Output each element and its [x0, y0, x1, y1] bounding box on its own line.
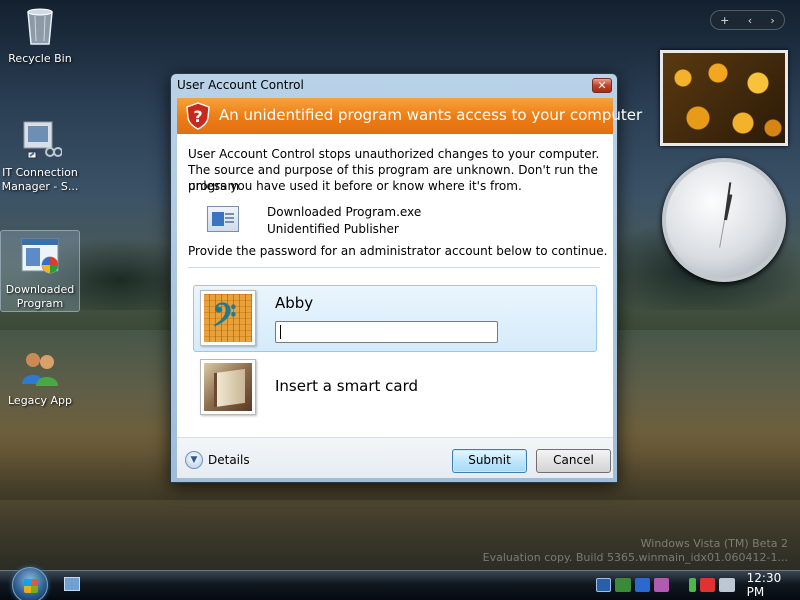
security-alert-icon[interactable] — [700, 578, 716, 592]
desktop-icon-legacy-app[interactable]: Legacy App — [0, 346, 80, 408]
security-check-icon[interactable] — [615, 578, 631, 592]
build-watermark: Windows Vista (TM) Beta 2 Evaluation cop… — [483, 537, 788, 565]
tray-spacer — [673, 578, 684, 592]
banner-heading: An unidentified program wants access to … — [219, 106, 643, 124]
taskbar-clock[interactable]: 12:30 PM — [747, 571, 800, 599]
smart-card-option[interactable]: Insert a smart card — [275, 377, 418, 395]
message-line: unless you have used it before or know w… — [188, 179, 522, 193]
desktop-icon-label: Legacy App — [8, 394, 72, 407]
bass-clef-picture-icon: 𝄢 — [204, 294, 252, 342]
details-toggle[interactable]: Details — [208, 453, 250, 467]
program-window-icon — [18, 235, 62, 279]
app-tray-icon[interactable] — [653, 578, 670, 592]
desktop-icon-label: Recycle Bin — [8, 52, 72, 65]
recycle-bin-icon — [18, 4, 62, 48]
account-name: Abby — [275, 294, 314, 312]
next-gadget-button[interactable]: › — [770, 14, 774, 27]
watermark-line: Windows Vista (TM) Beta 2 — [640, 537, 788, 550]
desktop-icon-downloaded-program[interactable]: Downloaded Program — [0, 230, 80, 312]
chevron-down-icon[interactable]: ▼ — [185, 451, 203, 469]
bass-clef-icon: 𝄢 — [212, 296, 237, 341]
security-shield-icon: ? — [186, 102, 210, 130]
close-button[interactable]: ✕ — [592, 78, 612, 93]
slideshow-gadget[interactable] — [660, 50, 788, 146]
desktop-icon-it-connection-manager[interactable]: IT Connection Manager - S... — [0, 118, 80, 194]
volume-icon[interactable] — [719, 578, 735, 592]
message-line: User Account Control stops unauthorized … — [188, 147, 600, 161]
start-button[interactable] — [12, 567, 48, 600]
cancel-button[interactable]: Cancel — [536, 449, 611, 473]
divider — [188, 267, 600, 268]
clock-gadget[interactable] — [662, 158, 786, 282]
submit-button[interactable]: Submit — [452, 449, 527, 473]
svg-text:?: ? — [193, 107, 202, 126]
user-account-control-dialog: User Account Control ✕ ? An unidentified… — [170, 73, 642, 483]
show-desktop-icon[interactable] — [64, 577, 80, 591]
add-gadget-button[interactable]: + — [720, 14, 729, 27]
desktop-icon-label: IT Connection Manager - S... — [1, 166, 79, 193]
clock-second-hand — [719, 219, 725, 248]
warning-banner: ? An unidentified program wants access t… — [177, 98, 642, 134]
program-name: Downloaded Program.exe — [267, 205, 422, 219]
dialog-body: User Account Control stops unauthorized … — [177, 134, 613, 437]
program-publisher: Unidentified Publisher — [267, 222, 399, 236]
smart-card-avatar[interactable] — [200, 359, 256, 415]
text-caret — [280, 325, 281, 339]
sidebar-tray-icon[interactable] — [634, 578, 650, 592]
dialog-footer: ▼ Details Submit Cancel — [177, 437, 613, 478]
smart-card-icon — [204, 363, 252, 411]
previous-gadget-button[interactable]: ‹ — [748, 14, 752, 27]
watermark-line: Evaluation copy. Build 5365.winmain_idx0… — [482, 551, 788, 564]
users-icon — [18, 346, 62, 390]
user-avatar: 𝄢 — [200, 290, 256, 346]
battery-icon[interactable] — [688, 578, 697, 592]
program-icon — [207, 206, 239, 232]
sidebar-toolbar: + ‹ › — [710, 10, 785, 30]
dialog-title: User Account Control — [177, 78, 304, 92]
network-status-icon[interactable] — [596, 578, 612, 592]
system-tray: 12:30 PM — [592, 571, 800, 599]
password-input[interactable] — [275, 321, 498, 343]
connection-manager-icon — [18, 118, 63, 162]
desktop-icon-label: Downloaded Program — [5, 283, 75, 310]
account-tile-abby[interactable]: 𝄢 Abby — [193, 285, 597, 352]
desktop-icon-recycle-bin[interactable]: Recycle Bin — [0, 4, 80, 66]
password-prompt: Provide the password for an administrato… — [188, 244, 608, 258]
